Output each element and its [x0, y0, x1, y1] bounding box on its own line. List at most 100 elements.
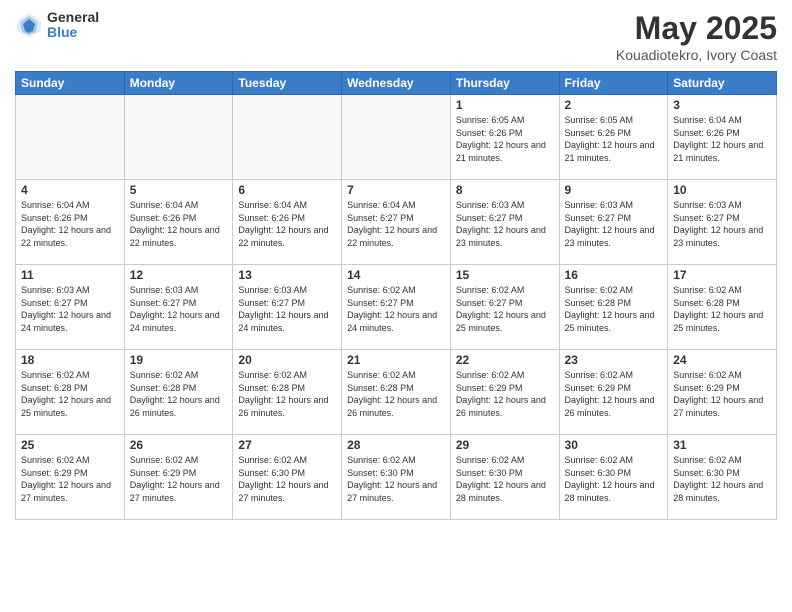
day-info: Sunrise: 6:02 AM Sunset: 6:30 PM Dayligh…	[238, 454, 336, 504]
day-cell	[124, 95, 233, 180]
day-info: Sunrise: 6:02 AM Sunset: 6:29 PM Dayligh…	[21, 454, 119, 504]
week-row-4: 25 Sunrise: 6:02 AM Sunset: 6:29 PM Dayli…	[16, 435, 777, 520]
th-sunday: Sunday	[16, 72, 125, 95]
day-number: 22	[456, 353, 554, 367]
day-info: Sunrise: 6:03 AM Sunset: 6:27 PM Dayligh…	[130, 284, 228, 334]
day-cell: 19 Sunrise: 6:02 AM Sunset: 6:28 PM Dayli…	[124, 350, 233, 435]
day-number: 11	[21, 268, 119, 282]
day-cell: 30 Sunrise: 6:02 AM Sunset: 6:30 PM Dayli…	[559, 435, 668, 520]
day-number: 25	[21, 438, 119, 452]
week-row-3: 18 Sunrise: 6:02 AM Sunset: 6:28 PM Dayli…	[16, 350, 777, 435]
day-number: 10	[673, 183, 771, 197]
day-info: Sunrise: 6:03 AM Sunset: 6:27 PM Dayligh…	[565, 199, 663, 249]
day-number: 5	[130, 183, 228, 197]
day-info: Sunrise: 6:02 AM Sunset: 6:28 PM Dayligh…	[673, 284, 771, 334]
day-number: 30	[565, 438, 663, 452]
day-cell: 23Sunrise: 6:02 AM Sunset: 6:29 PM Dayli…	[559, 350, 668, 435]
day-number: 16	[565, 268, 663, 282]
day-cell: 24 Sunrise: 6:02 AM Sunset: 6:29 PM Dayli…	[668, 350, 777, 435]
day-number: 20	[238, 353, 336, 367]
day-cell: 3 Sunrise: 6:04 AM Sunset: 6:26 PM Daylig…	[668, 95, 777, 180]
th-saturday: Saturday	[668, 72, 777, 95]
week-row-2: 11 Sunrise: 6:03 AM Sunset: 6:27 PM Dayli…	[16, 265, 777, 350]
th-monday: Monday	[124, 72, 233, 95]
day-info: Sunrise: 6:03 AM Sunset: 6:27 PM Dayligh…	[238, 284, 336, 334]
calendar-table: Sunday Monday Tuesday Wednesday Thursday…	[15, 71, 777, 520]
day-cell: 29 Sunrise: 6:02 AM Sunset: 6:30 PM Dayli…	[450, 435, 559, 520]
day-cell: 21Sunrise: 6:02 AM Sunset: 6:28 PM Dayli…	[342, 350, 451, 435]
day-info: Sunrise: 6:02 AM Sunset: 6:30 PM Dayligh…	[347, 454, 445, 504]
day-cell: 31Sunrise: 6:02 AM Sunset: 6:30 PM Dayli…	[668, 435, 777, 520]
th-thursday: Thursday	[450, 72, 559, 95]
day-number: 19	[130, 353, 228, 367]
day-info: Sunrise: 6:04 AM Sunset: 6:27 PM Dayligh…	[347, 199, 445, 249]
day-number: 15	[456, 268, 554, 282]
day-number: 26	[130, 438, 228, 452]
day-info: Sunrise: 6:03 AM Sunset: 6:27 PM Dayligh…	[673, 199, 771, 249]
day-cell: 11 Sunrise: 6:03 AM Sunset: 6:27 PM Dayli…	[16, 265, 125, 350]
title-block: May 2025 Kouadiotekro, Ivory Coast	[616, 10, 777, 63]
day-info: Sunrise: 6:02 AM Sunset: 6:30 PM Dayligh…	[456, 454, 554, 504]
day-cell: 14 Sunrise: 6:02 AM Sunset: 6:27 PM Dayli…	[342, 265, 451, 350]
day-number: 1	[456, 98, 554, 112]
logo-icon	[15, 11, 43, 39]
day-info: Sunrise: 6:02 AM Sunset: 6:30 PM Dayligh…	[673, 454, 771, 504]
day-number: 3	[673, 98, 771, 112]
week-row-1: 4 Sunrise: 6:04 AM Sunset: 6:26 PM Daylig…	[16, 180, 777, 265]
day-cell: 15 Sunrise: 6:02 AM Sunset: 6:27 PM Dayli…	[450, 265, 559, 350]
day-cell: 12Sunrise: 6:03 AM Sunset: 6:27 PM Dayli…	[124, 265, 233, 350]
day-info: Sunrise: 6:04 AM Sunset: 6:26 PM Dayligh…	[130, 199, 228, 249]
day-cell: 25 Sunrise: 6:02 AM Sunset: 6:29 PM Dayli…	[16, 435, 125, 520]
day-number: 6	[238, 183, 336, 197]
day-number: 24	[673, 353, 771, 367]
day-number: 18	[21, 353, 119, 367]
day-info: Sunrise: 6:02 AM Sunset: 6:28 PM Dayligh…	[565, 284, 663, 334]
day-number: 7	[347, 183, 445, 197]
week-row-0: 1 Sunrise: 6:05 AM Sunset: 6:26 PM Daylig…	[16, 95, 777, 180]
day-info: Sunrise: 6:03 AM Sunset: 6:27 PM Dayligh…	[456, 199, 554, 249]
day-number: 13	[238, 268, 336, 282]
day-cell: 10 Sunrise: 6:03 AM Sunset: 6:27 PM Dayli…	[668, 180, 777, 265]
day-cell: 1Sunrise: 6:05 AM Sunset: 6:26 PM Daylig…	[450, 95, 559, 180]
calendar-title: May 2025	[616, 10, 777, 47]
page: General Blue May 2025 Kouadiotekro, Ivor…	[0, 0, 792, 612]
logo-blue-text: Blue	[47, 25, 99, 40]
day-info: Sunrise: 6:02 AM Sunset: 6:30 PM Dayligh…	[565, 454, 663, 504]
day-info: Sunrise: 6:04 AM Sunset: 6:26 PM Dayligh…	[238, 199, 336, 249]
day-info: Sunrise: 6:02 AM Sunset: 6:27 PM Dayligh…	[456, 284, 554, 334]
day-number: 28	[347, 438, 445, 452]
day-number: 17	[673, 268, 771, 282]
day-cell: 16 Sunrise: 6:02 AM Sunset: 6:28 PM Dayli…	[559, 265, 668, 350]
day-info: Sunrise: 6:05 AM Sunset: 6:26 PM Dayligh…	[565, 114, 663, 164]
header: General Blue May 2025 Kouadiotekro, Ivor…	[15, 10, 777, 63]
day-cell: 18Sunrise: 6:02 AM Sunset: 6:28 PM Dayli…	[16, 350, 125, 435]
day-cell	[233, 95, 342, 180]
day-cell: 26Sunrise: 6:02 AM Sunset: 6:29 PM Dayli…	[124, 435, 233, 520]
day-number: 29	[456, 438, 554, 452]
day-info: Sunrise: 6:04 AM Sunset: 6:26 PM Dayligh…	[673, 114, 771, 164]
day-cell	[342, 95, 451, 180]
day-number: 8	[456, 183, 554, 197]
day-cell: 8 Sunrise: 6:03 AM Sunset: 6:27 PM Daylig…	[450, 180, 559, 265]
day-cell: 9 Sunrise: 6:03 AM Sunset: 6:27 PM Daylig…	[559, 180, 668, 265]
day-number: 23	[565, 353, 663, 367]
day-info: Sunrise: 6:02 AM Sunset: 6:27 PM Dayligh…	[347, 284, 445, 334]
day-cell: 28 Sunrise: 6:02 AM Sunset: 6:30 PM Dayli…	[342, 435, 451, 520]
logo-text: General Blue	[47, 10, 99, 41]
day-info: Sunrise: 6:02 AM Sunset: 6:29 PM Dayligh…	[456, 369, 554, 419]
th-tuesday: Tuesday	[233, 72, 342, 95]
day-number: 4	[21, 183, 119, 197]
day-number: 14	[347, 268, 445, 282]
calendar-subtitle: Kouadiotekro, Ivory Coast	[616, 47, 777, 63]
day-info: Sunrise: 6:02 AM Sunset: 6:28 PM Dayligh…	[238, 369, 336, 419]
day-info: Sunrise: 6:03 AM Sunset: 6:27 PM Dayligh…	[21, 284, 119, 334]
day-info: Sunrise: 6:02 AM Sunset: 6:29 PM Dayligh…	[673, 369, 771, 419]
th-friday: Friday	[559, 72, 668, 95]
day-cell: 20 Sunrise: 6:02 AM Sunset: 6:28 PM Dayli…	[233, 350, 342, 435]
day-cell: 4Sunrise: 6:04 AM Sunset: 6:26 PM Daylig…	[16, 180, 125, 265]
day-cell: 5 Sunrise: 6:04 AM Sunset: 6:26 PM Daylig…	[124, 180, 233, 265]
day-number: 9	[565, 183, 663, 197]
day-number: 21	[347, 353, 445, 367]
day-info: Sunrise: 6:02 AM Sunset: 6:28 PM Dayligh…	[130, 369, 228, 419]
day-cell: 6 Sunrise: 6:04 AM Sunset: 6:26 PM Daylig…	[233, 180, 342, 265]
